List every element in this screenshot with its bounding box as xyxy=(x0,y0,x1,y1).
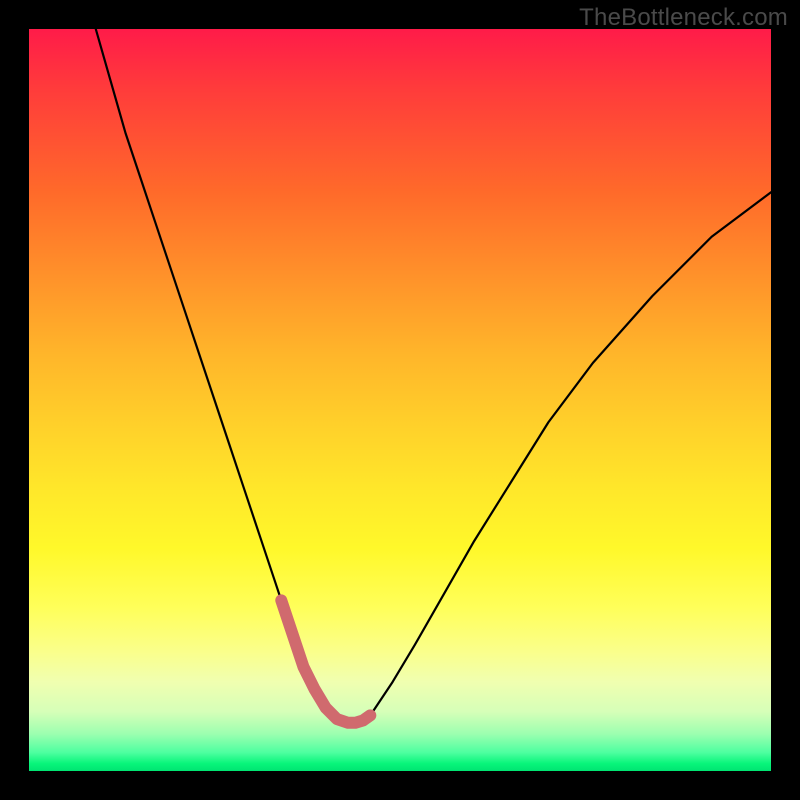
chart-svg xyxy=(29,29,771,771)
watermark-text: TheBottleneck.com xyxy=(579,4,788,32)
optimal-highlight xyxy=(281,600,370,722)
plot-area xyxy=(29,29,771,771)
chart-frame: TheBottleneck.com xyxy=(0,0,800,800)
bottleneck-curve xyxy=(96,29,771,723)
